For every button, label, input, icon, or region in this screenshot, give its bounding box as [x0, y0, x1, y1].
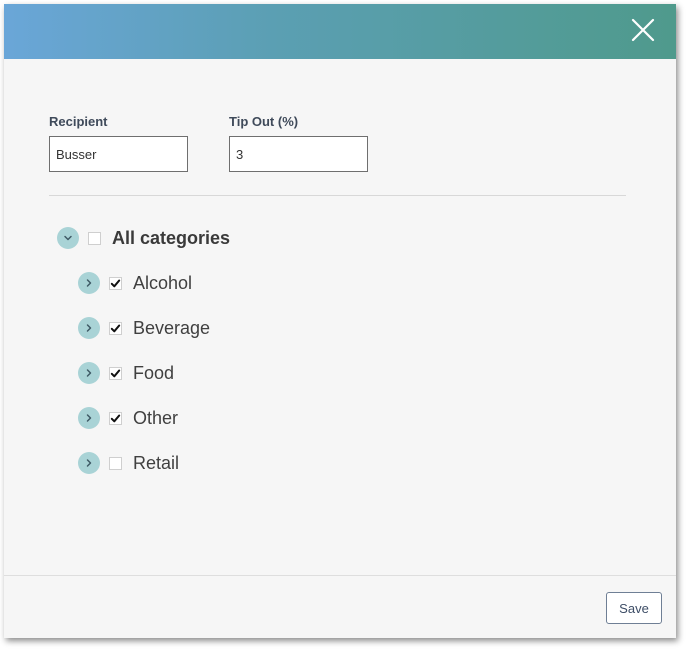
chevron-right-icon: [86, 324, 92, 332]
expand-category-button[interactable]: [78, 452, 100, 474]
checkmark-icon: [110, 324, 121, 332]
category-row-beverage: Beverage: [78, 316, 210, 340]
category-label: Beverage: [133, 317, 211, 338]
chevron-right-icon: [86, 279, 92, 287]
category-label: Other: [133, 407, 179, 428]
form-divider: [49, 195, 626, 196]
all-categories-checkbox[interactable]: [88, 231, 101, 245]
recipient-label: Recipient: [49, 114, 108, 129]
checkmark-icon: [110, 369, 121, 377]
chevron-down-icon: [64, 235, 72, 241]
category-row-alcohol: Alcohol: [78, 271, 192, 295]
chevron-right-icon: [86, 414, 92, 422]
category-row-retail: Retail: [78, 451, 179, 475]
tipout-input[interactable]: [229, 136, 368, 172]
tip-out-modal: Recipient Tip Out (%) All categories Alc…: [4, 4, 676, 638]
expand-category-button[interactable]: [78, 407, 100, 429]
category-label: Retail: [133, 452, 180, 473]
chevron-right-icon: [86, 369, 92, 377]
collapse-all-button[interactable]: [57, 227, 79, 249]
category-checkbox[interactable]: [109, 456, 122, 470]
save-button[interactable]: Save: [606, 592, 662, 624]
chevron-right-icon: [86, 459, 92, 467]
category-checkbox[interactable]: [109, 411, 122, 425]
close-button[interactable]: [630, 17, 656, 43]
close-icon: [631, 18, 655, 42]
checkmark-icon: [110, 279, 121, 287]
category-row-food: Food: [78, 361, 174, 385]
recipient-input[interactable]: [49, 136, 188, 172]
checkmark-icon: [110, 414, 121, 422]
expand-category-button[interactable]: [78, 317, 100, 339]
category-row-all: All categories: [57, 226, 230, 250]
tipout-label: Tip Out (%): [229, 114, 299, 129]
all-categories-label: All categories: [112, 227, 231, 248]
category-row-other: Other: [78, 406, 178, 430]
expand-category-button[interactable]: [78, 272, 100, 294]
category-checkbox[interactable]: [109, 366, 122, 380]
category-checkbox[interactable]: [109, 321, 122, 335]
category-label: Food: [133, 362, 175, 383]
expand-category-button[interactable]: [78, 362, 100, 384]
modal-header: [4, 4, 676, 59]
category-checkbox[interactable]: [109, 276, 122, 290]
category-label: Alcohol: [133, 272, 193, 293]
footer-divider: [4, 575, 676, 576]
